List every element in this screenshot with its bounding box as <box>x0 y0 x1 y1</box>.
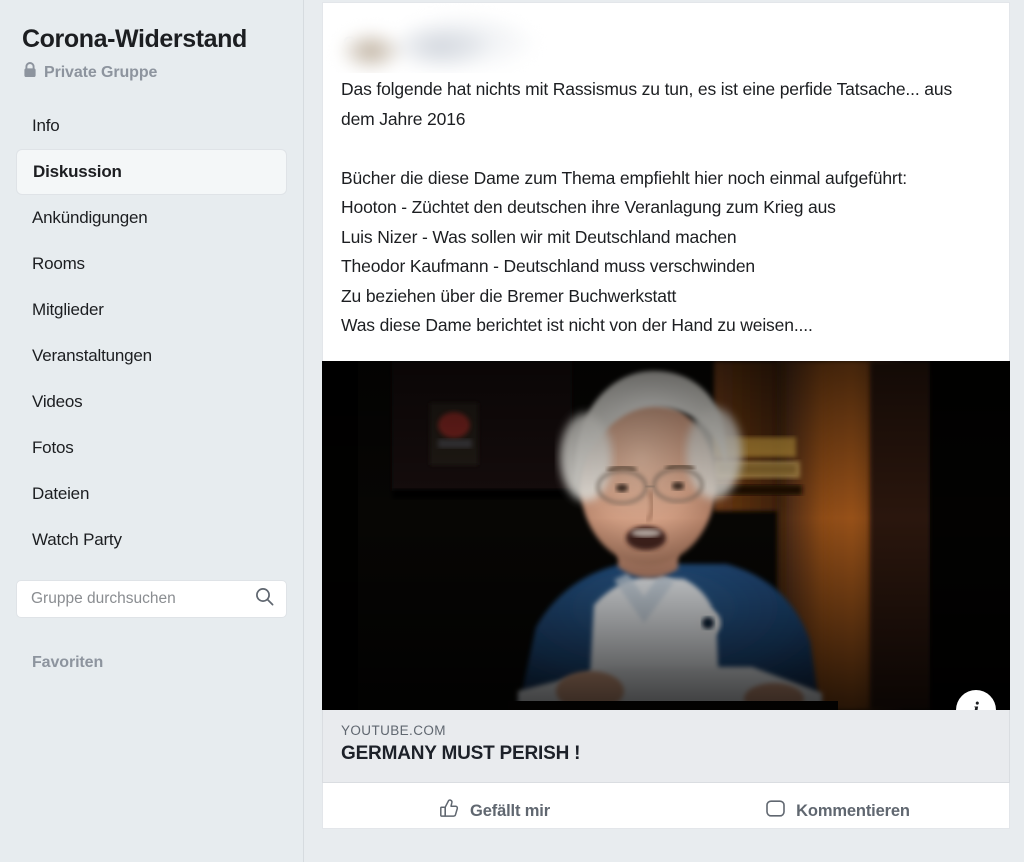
search-icon[interactable] <box>255 587 274 611</box>
link-domain: YOUTUBE.COM <box>341 722 446 738</box>
facebook-group-page: Corona-Widerstand Private Gruppe Info Di… <box>0 0 1024 862</box>
sidebar-item-watch-party[interactable]: Watch Party <box>16 517 287 563</box>
thumbs-up-icon <box>439 798 460 824</box>
group-sidebar: Corona-Widerstand Private Gruppe Info Di… <box>0 0 304 862</box>
group-privacy-label: Private Gruppe <box>44 63 158 81</box>
video-thumbnail[interactable]: i <box>322 360 1010 710</box>
sidebar-item-videos[interactable]: Videos <box>16 379 287 425</box>
post-header: Gruf <box>323 3 1009 73</box>
sidebar-item-diskussion[interactable]: Diskussion <box>16 149 287 195</box>
sidebar-item-ankuendigungen[interactable]: Ankündigungen <box>16 195 287 241</box>
thumbnail-image <box>322 360 1010 710</box>
post-body-text: Das folgende hat nichts mit Rassismus zu… <box>341 79 953 335</box>
search-input[interactable] <box>31 590 255 608</box>
link-title: GERMANY MUST PERISH ! <box>341 742 581 764</box>
comment-button[interactable]: Kommentieren <box>666 783 1009 828</box>
group-title: Corona-Widerstand <box>22 25 247 53</box>
post: Gruf Das folgende hat nichts mit Rassism… <box>322 2 1010 361</box>
like-button-label: Gefällt mir <box>470 801 550 820</box>
sidebar-item-dateien[interactable]: Dateien <box>16 471 287 517</box>
lock-icon <box>23 62 37 83</box>
group-nav: Info Diskussion Ankündigungen Rooms Mitg… <box>16 103 287 563</box>
post-attachment[interactable]: i YOUTUBE.COM GERMANY MUST PERISH ! <box>322 360 1010 783</box>
comment-bubble-icon <box>765 798 786 824</box>
sidebar-item-info[interactable]: Info <box>16 103 287 149</box>
post-action-bar: Gefällt mir Kommentieren <box>322 782 1010 829</box>
post-author-name[interactable]: Gruf <box>341 33 379 52</box>
group-search[interactable] <box>16 580 287 618</box>
sidebar-item-fotos[interactable]: Fotos <box>16 425 287 471</box>
group-privacy: Private Gruppe <box>16 54 287 83</box>
sidebar-item-rooms[interactable]: Rooms <box>16 241 287 287</box>
sidebar-item-mitglieder[interactable]: Mitglieder <box>16 287 287 333</box>
feed-column: Gruf Das folgende hat nichts mit Rassism… <box>304 0 1024 862</box>
post-author[interactable]: Gruf <box>323 11 1009 73</box>
link-preview-meta[interactable]: YOUTUBE.COM GERMANY MUST PERISH ! <box>322 709 1010 783</box>
sidebar-item-veranstaltungen[interactable]: Veranstaltungen <box>16 333 287 379</box>
favorites-heading: Favoriten <box>32 654 104 671</box>
comment-button-label: Kommentieren <box>796 801 910 820</box>
like-button[interactable]: Gefällt mir <box>323 783 666 828</box>
